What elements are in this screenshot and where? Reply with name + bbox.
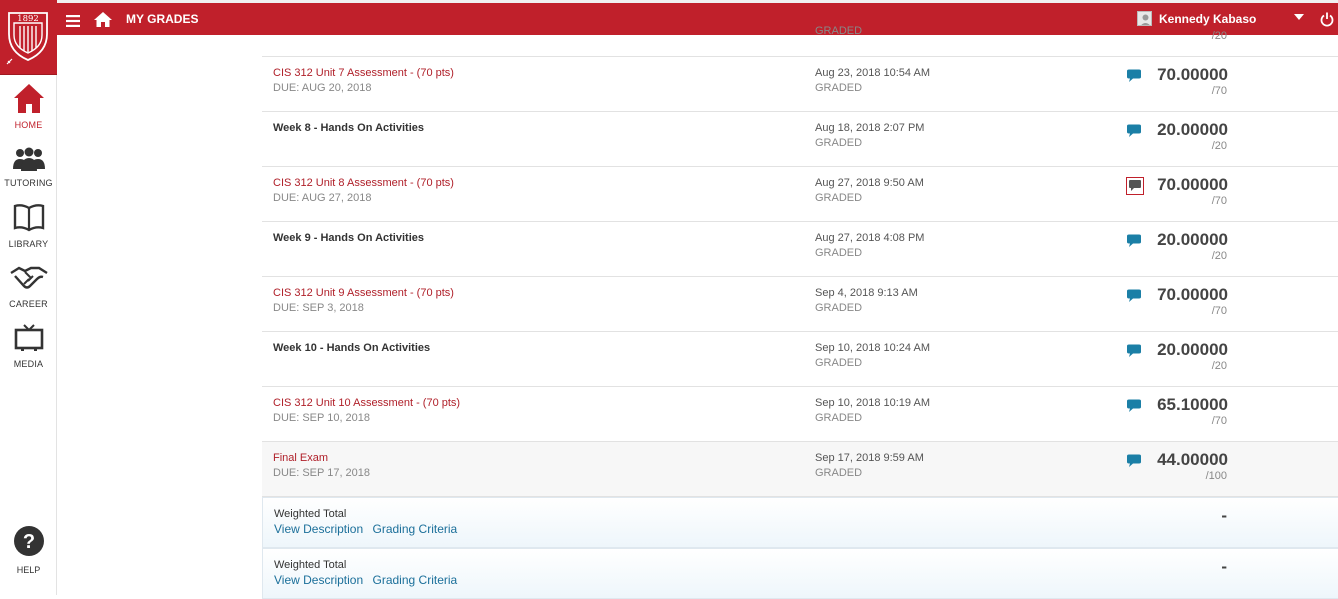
total-label: Weighted Total bbox=[274, 508, 347, 520]
comment-icon[interactable] bbox=[1126, 69, 1142, 88]
grade-status: GRADED bbox=[815, 137, 863, 149]
sidebar-item-career[interactable]: CAREER bbox=[0, 264, 57, 309]
grade-item-name[interactable]: CIS 312 Unit 10 Assessment - (70 pts) bbox=[273, 397, 460, 409]
weighted-total-row: Weighted Total View Description Grading … bbox=[262, 497, 1338, 548]
grade-status: GRADED bbox=[815, 412, 863, 424]
sidebar-item-label: TUTORING bbox=[4, 178, 53, 188]
grade-row: CIS 312 Unit 10 Assessment - (70 pts) DUE… bbox=[262, 387, 1338, 442]
grade-submitted-date: Sep 17, 2018 9:59 AM bbox=[815, 452, 924, 464]
page-title: MY GRADES bbox=[126, 12, 199, 26]
grade-due-date: DUE: SEP 17, 2018 bbox=[273, 467, 371, 479]
grade-due-date: DUE: SEP 10, 2018 bbox=[273, 412, 371, 424]
sidebar-item-label: MEDIA bbox=[13, 359, 44, 369]
sidebar-item-label: LIBRARY bbox=[8, 239, 49, 249]
grade-row: Week 9 - Hands On Activities Aug 27, 2018… bbox=[262, 222, 1338, 277]
grade-submitted-date: Aug 18, 2018 2:07 PM bbox=[815, 122, 925, 134]
weighted-total-row: Weighted Total View Description Grading … bbox=[262, 548, 1338, 599]
grade-submitted-date: Sep 10, 2018 10:19 AM bbox=[815, 397, 930, 409]
sidebar-item-label: CAREER bbox=[9, 299, 48, 309]
grade-submitted-date: Aug 23, 2018 10:54 AM bbox=[815, 67, 930, 79]
grade-possible: /70 bbox=[1211, 305, 1227, 317]
sidebar-item-home[interactable]: HOME bbox=[0, 83, 57, 130]
grade-score: 20.00000 bbox=[1157, 340, 1228, 359]
grade-item-name[interactable]: Final Exam bbox=[273, 452, 328, 464]
grade-possible: /20 bbox=[1211, 30, 1227, 42]
sidebar-item-label: HOME bbox=[14, 120, 43, 130]
comment-icon[interactable] bbox=[1126, 454, 1142, 473]
help-icon: ? bbox=[13, 526, 44, 556]
home-icon bbox=[13, 84, 44, 113]
grade-item-name[interactable]: CIS 312 Unit 7 Assessment - (70 pts) bbox=[273, 67, 454, 79]
grade-item-name: Week 8 - Hands On Activities bbox=[273, 122, 424, 134]
sidebar-item-library[interactable]: LIBRARY bbox=[0, 204, 57, 249]
grade-submitted-date: Sep 4, 2018 9:13 AM bbox=[815, 287, 918, 299]
grading-criteria-link[interactable]: Grading Criteria bbox=[373, 573, 458, 587]
grade-status: GRADED bbox=[815, 192, 863, 204]
comment-icon[interactable] bbox=[1126, 124, 1142, 143]
sidebar-item-tutoring[interactable]: TUTORING bbox=[0, 147, 57, 188]
grade-submitted-date: Aug 27, 2018 9:50 AM bbox=[815, 177, 924, 189]
logo-year: 1892 bbox=[17, 14, 39, 24]
grade-item-name[interactable]: CIS 312 Unit 9 Assessment - (70 pts) bbox=[273, 287, 454, 299]
view-description-link[interactable]: View Description bbox=[274, 522, 363, 536]
grade-score: 20.00000 bbox=[1157, 120, 1228, 139]
grade-score: 70.00000 bbox=[1157, 285, 1228, 304]
total-label: Weighted Total bbox=[274, 559, 347, 571]
grade-row: CIS 312 Unit 9 Assessment - (70 pts) DUE:… bbox=[262, 277, 1338, 332]
grade-row: CIS 312 Unit 8 Assessment - (70 pts) DUE:… bbox=[262, 167, 1338, 222]
handshake-icon bbox=[9, 266, 48, 289]
grade-score: 20.00000 bbox=[1157, 230, 1228, 249]
grade-status: GRADED bbox=[815, 467, 863, 479]
grade-possible: /70 bbox=[1211, 85, 1227, 97]
grade-due-date: DUE: AUG 20, 2018 bbox=[273, 82, 372, 94]
grade-status: GRADED bbox=[815, 357, 863, 369]
grade-row-partial: GRADED /20 bbox=[262, 2, 1338, 57]
grade-score: 65.10000 bbox=[1157, 395, 1228, 414]
menu-icon[interactable] bbox=[66, 14, 80, 32]
grade-due-date: DUE: SEP 3, 2018 bbox=[273, 302, 364, 314]
grade-due-date: DUE: AUG 27, 2018 bbox=[273, 192, 372, 204]
total-value: - bbox=[1221, 557, 1227, 576]
university-logo[interactable]: 1892 bbox=[0, 0, 57, 75]
grade-status: GRADED bbox=[815, 247, 863, 259]
comment-icon[interactable] bbox=[1126, 344, 1142, 363]
grade-possible: /20 bbox=[1211, 250, 1227, 262]
total-value: - bbox=[1221, 506, 1227, 525]
grade-possible: /20 bbox=[1211, 360, 1227, 372]
help-label: HELP bbox=[16, 565, 41, 575]
grade-row: CIS 312 Unit 7 Assessment - (70 pts) DUE:… bbox=[262, 57, 1338, 112]
grade-item-name: Week 10 - Hands On Activities bbox=[273, 342, 431, 354]
view-description-link[interactable]: View Description bbox=[274, 573, 363, 587]
grade-item-name: Week 9 - Hands On Activities bbox=[273, 232, 424, 244]
grade-possible: /70 bbox=[1211, 415, 1227, 427]
grade-status: GRADED bbox=[815, 82, 863, 94]
tv-icon bbox=[14, 324, 43, 351]
grade-submitted-date: Aug 27, 2018 4:08 PM bbox=[815, 232, 925, 244]
grade-score: 70.00000 bbox=[1157, 65, 1228, 84]
comment-icon[interactable] bbox=[1126, 399, 1142, 418]
grade-score: 44.00000 bbox=[1157, 450, 1228, 469]
book-icon bbox=[13, 204, 44, 232]
help-button[interactable]: ? HELP bbox=[0, 525, 57, 575]
grading-criteria-link[interactable]: Grading Criteria bbox=[373, 522, 458, 536]
grade-submitted-date: Sep 10, 2018 10:24 AM bbox=[815, 342, 930, 354]
comment-icon[interactable] bbox=[1126, 177, 1144, 200]
grade-row: Week 10 - Hands On Activities Sep 10, 201… bbox=[262, 332, 1338, 387]
svg-text:?: ? bbox=[22, 531, 34, 553]
comment-icon[interactable] bbox=[1126, 289, 1142, 308]
grade-score: 70.00000 bbox=[1157, 175, 1228, 194]
grade-item-name[interactable]: CIS 312 Unit 8 Assessment - (70 pts) bbox=[273, 177, 454, 189]
home-icon[interactable] bbox=[94, 12, 112, 32]
people-icon bbox=[12, 147, 45, 171]
grade-row: Final Exam DUE: SEP 17, 2018 Sep 17, 2018 … bbox=[262, 442, 1338, 497]
grade-status: GRADED bbox=[815, 302, 863, 314]
comment-icon[interactable] bbox=[1126, 234, 1142, 253]
grade-status: GRADED bbox=[815, 25, 863, 37]
grade-row: Week 8 - Hands On Activities Aug 18, 2018… bbox=[262, 112, 1338, 167]
grade-possible: /70 bbox=[1211, 195, 1227, 207]
grade-possible: /100 bbox=[1205, 470, 1227, 482]
grade-possible: /20 bbox=[1211, 140, 1227, 152]
sidebar-item-media[interactable]: MEDIA bbox=[0, 324, 57, 369]
